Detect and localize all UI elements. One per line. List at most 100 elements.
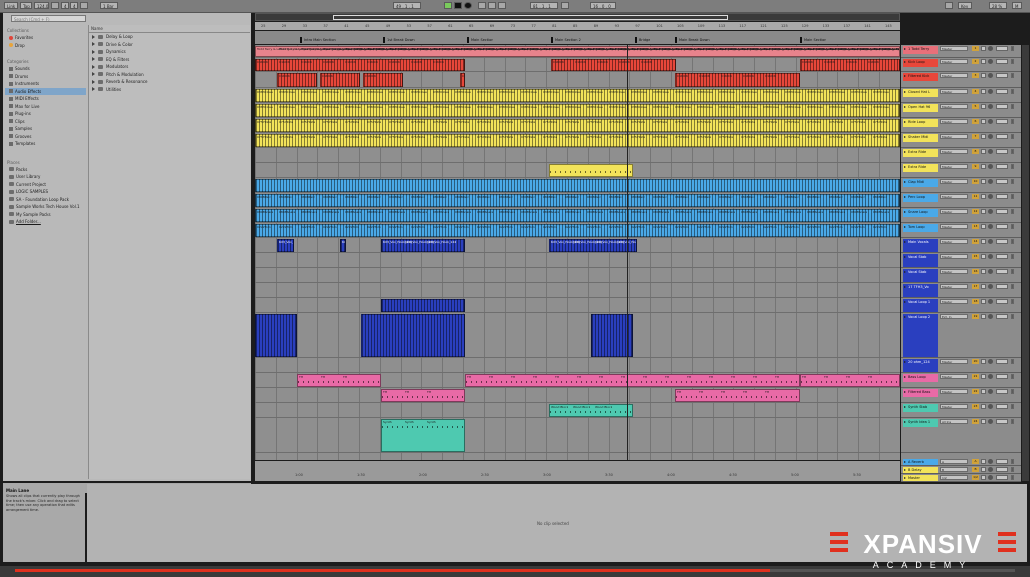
arm-button[interactable] (988, 269, 993, 274)
track-activator[interactable]: 7 (972, 134, 979, 139)
tempo-field[interactable]: 124.00 (34, 2, 49, 9)
arm-button[interactable] (988, 359, 993, 364)
output-routing-menu[interactable]: Master (940, 224, 968, 229)
collection-item[interactable]: Drop (5, 42, 86, 50)
tap-button[interactable]: Tap (20, 2, 32, 9)
arrangement-clip[interactable]: TH TH TH TH TH (675, 389, 800, 402)
loop-toggle-icon[interactable] (561, 2, 569, 9)
solo-button[interactable] (981, 134, 986, 139)
record-button[interactable] (464, 2, 472, 9)
volume-field[interactable] (996, 194, 1008, 199)
track-name[interactable]: Ride Loop (903, 119, 938, 127)
volume-field[interactable] (996, 284, 1008, 289)
track-name[interactable]: Clap Midi (903, 179, 938, 187)
category-item[interactable]: Max for Live (5, 103, 86, 111)
track-header[interactable]: Clap Midi Master 10 (901, 178, 1021, 193)
volume-field[interactable] (996, 104, 1008, 109)
category-item[interactable]: Samples (5, 125, 86, 133)
expand-icon[interactable] (92, 79, 95, 84)
track-activator[interactable]: 3 (972, 73, 979, 78)
solo-button[interactable] (981, 269, 986, 274)
track-header[interactable]: Master 1/2 1/2 (901, 474, 1021, 482)
track-name[interactable]: 1 Todd Terry (903, 46, 938, 54)
expand-icon[interactable] (92, 49, 95, 54)
track-header[interactable]: Synth Stab Master 23 (901, 403, 1021, 418)
track-activator[interactable]: 9 (972, 164, 979, 169)
output-routing-menu[interactable]: Master (940, 404, 968, 409)
track-activator[interactable]: 22 (972, 389, 979, 394)
place-item[interactable]: User Library (5, 173, 86, 181)
locator-marker[interactable]: 1st Break Down (383, 37, 415, 43)
track-header[interactable]: Bass Loop Master 21 (901, 373, 1021, 388)
volume-field[interactable] (996, 299, 1008, 304)
arrangement-clip[interactable]: 0383Close 0383Close 0383Close 0383Close 0383… (255, 89, 900, 102)
volume-field[interactable] (996, 224, 1008, 229)
category-item[interactable]: Templates (5, 140, 86, 148)
place-item[interactable]: My Sample Packs (5, 211, 86, 219)
arrangement-clip[interactable]: C1KICK C1KICK C1KICK C1KICK (800, 59, 900, 71)
file-item[interactable]: Reverb & Resonance (89, 78, 250, 86)
expand-icon[interactable] (92, 87, 95, 92)
track-name[interactable]: Bass Loop (903, 374, 938, 382)
track-header[interactable]: Extra Ride Master 9 (901, 163, 1021, 178)
track-header[interactable]: Synth Idea 1 All Ins 24 (901, 418, 1021, 453)
solo-button[interactable] (981, 239, 986, 244)
place-item[interactable]: Current Project (5, 181, 86, 189)
output-routing-menu[interactable]: Master (940, 389, 968, 394)
song-position-field[interactable]: 49 . 1 . 1 (393, 2, 421, 9)
solo-button[interactable] (981, 194, 986, 199)
output-routing-menu[interactable]: All Ins (940, 419, 968, 424)
signature-numerator[interactable]: 4 (61, 2, 69, 9)
solo-button[interactable] (981, 459, 986, 464)
arm-button[interactable] (988, 209, 993, 214)
track-activator[interactable]: 17 (972, 284, 979, 289)
output-routing-menu[interactable]: Master (940, 119, 968, 124)
collection-item[interactable]: Favorites (5, 34, 86, 42)
metro-nudge-icon[interactable] (51, 2, 59, 9)
arm-button[interactable] (988, 239, 993, 244)
arrangement-lanes[interactable]: Todd Terry & Leftwing & Kody - Just Gett… (255, 45, 900, 460)
output-routing-menu[interactable]: Master (940, 59, 968, 64)
track-name[interactable]: Master (903, 475, 938, 481)
track-name[interactable]: Synth Stab (903, 404, 938, 412)
track-name[interactable]: Open Hat 96 (903, 104, 938, 112)
key-map-button[interactable]: Key (958, 2, 972, 9)
track-name[interactable]: 17 TFH3_Vo (903, 284, 938, 297)
solo-button[interactable] (981, 359, 986, 364)
output-routing-menu[interactable]: Master (940, 134, 968, 139)
arm-button[interactable] (988, 419, 993, 424)
file-item[interactable]: Dynamics (89, 48, 250, 56)
volume-field[interactable] (996, 359, 1008, 364)
output-routing-menu[interactable]: Master (940, 194, 968, 199)
output-routing-menu[interactable]: Master (940, 89, 968, 94)
track-activator[interactable]: 6 (972, 119, 979, 124)
track-activator[interactable]: A (972, 459, 979, 464)
track-header[interactable]: Kick Loop Master 2 (901, 58, 1021, 72)
volume-field[interactable] (996, 254, 1008, 259)
track-lane[interactable] (255, 283, 900, 298)
track-activator[interactable]: 1/2 (972, 475, 979, 480)
expand-icon[interactable] (92, 64, 95, 69)
arm-button[interactable] (988, 467, 993, 472)
track-lane[interactable] (255, 253, 900, 268)
arm-button[interactable] (988, 459, 993, 464)
track-name[interactable]: Perc Loop (903, 194, 938, 202)
arm-button[interactable] (988, 254, 993, 259)
track-name[interactable]: Vocal Loop 2 (903, 314, 938, 357)
arm-button[interactable] (988, 46, 993, 51)
arrangement-clip[interactable] (549, 164, 633, 177)
solo-button[interactable] (981, 104, 986, 109)
track-header[interactable]: A Reverb A A (901, 458, 1021, 466)
track-name[interactable]: Filtered Kick (903, 73, 938, 81)
track-activator[interactable]: 10 (972, 179, 979, 184)
arm-button[interactable] (988, 89, 993, 94)
output-routing-menu[interactable]: Master (940, 239, 968, 244)
arrangement-overview[interactable] (255, 13, 900, 21)
output-routing-menu[interactable]: Master (940, 209, 968, 214)
volume-field[interactable] (996, 314, 1008, 319)
arrangement-clip[interactable] (255, 179, 900, 192)
draw-mode-icon[interactable] (945, 2, 953, 9)
volume-field[interactable] (996, 149, 1008, 154)
arm-button[interactable] (988, 389, 993, 394)
arm-button[interactable] (988, 134, 993, 139)
